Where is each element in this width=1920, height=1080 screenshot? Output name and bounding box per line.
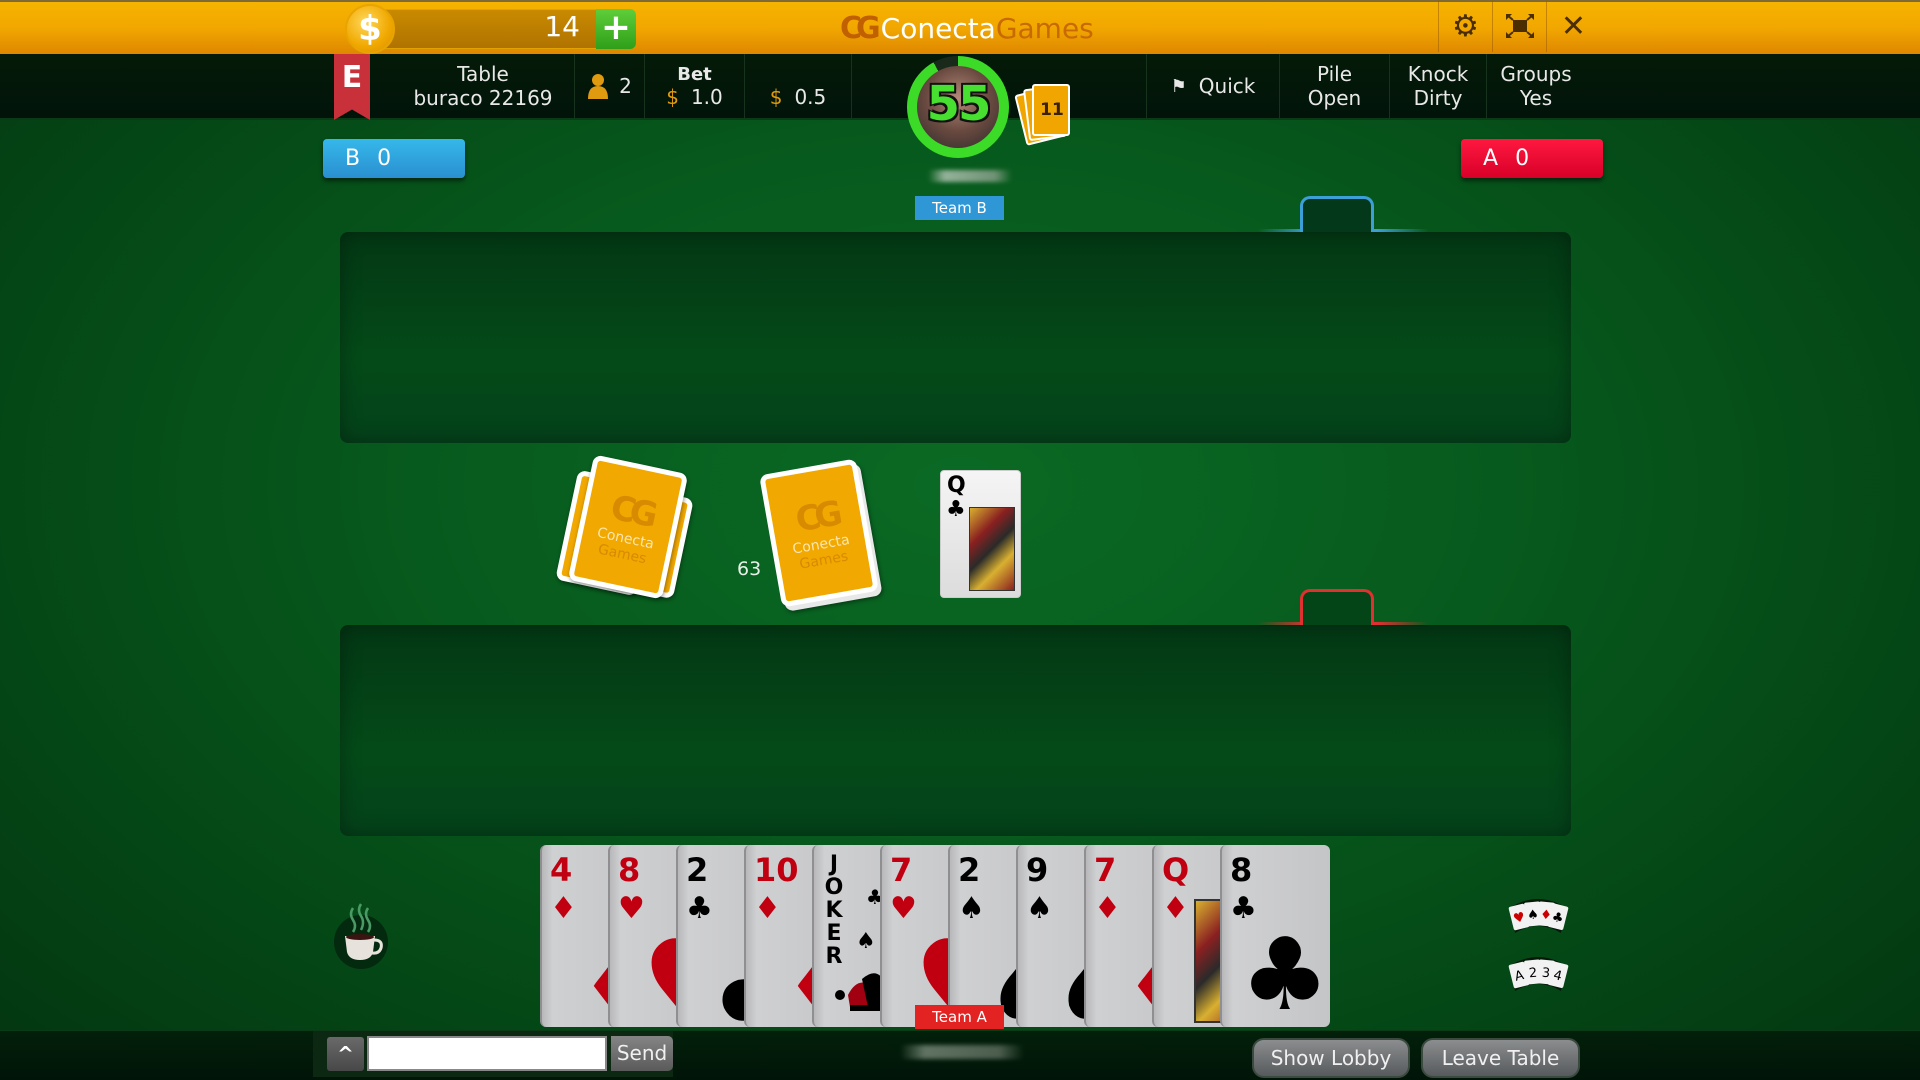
discard-pile-top-card[interactable]: Q ♣ <box>940 470 1021 598</box>
fullscreen-button[interactable] <box>1492 0 1546 52</box>
checkered-flag-icon: ⚑ <box>1170 75 1187 97</box>
chat-input[interactable] <box>367 1036 607 1071</box>
card-rank: 7 <box>890 851 913 889</box>
dollar-icon: $ <box>769 85 783 109</box>
card-rank: JOKER <box>824 852 844 969</box>
stock-count: 63 <box>737 558 762 580</box>
rule-value: Open <box>1307 86 1362 110</box>
secondary-bet: $0.5 <box>745 54 852 118</box>
bet-info: Bet $1.0 <box>645 54 745 118</box>
players-count-value: 2 <box>619 74 632 98</box>
bet-value: 1.0 <box>690 84 723 109</box>
hand-card[interactable]: 8 ♣ ♣ <box>1220 845 1330 1027</box>
dollar-icon: $ <box>666 84 679 109</box>
expand-chat-button[interactable]: ^ <box>327 1037 364 1071</box>
bet-label: Bet <box>677 63 712 85</box>
add-coins-button[interactable]: + <box>596 9 636 49</box>
card-rank: Q <box>1162 851 1190 889</box>
game-speed-value: Quick <box>1198 74 1256 98</box>
rule-label: Groups <box>1500 62 1572 86</box>
rule-label: Pile <box>1316 62 1353 86</box>
table-info: Table buraco 22169 <box>392 54 575 118</box>
sort-ranks-icon: A 2 3 4 <box>1508 957 1569 991</box>
card-pip-icon: ♣ <box>1240 916 1330 1027</box>
team-letter: A <box>1483 146 1500 171</box>
rule-knock: Knock Dirty <box>1390 54 1487 118</box>
send-chat-button[interactable]: Send <box>611 1036 673 1071</box>
card-rank: Q <box>947 473 966 498</box>
card-rank: 10 <box>754 851 799 889</box>
gear-icon: ⚙ <box>1452 8 1479 44</box>
players-count: 2 <box>575 54 645 118</box>
logo: CG Conecta Games <box>840 8 1094 48</box>
rule-value: Dirty <box>1413 86 1463 110</box>
card-rank: 7 <box>1094 851 1117 889</box>
card-rank: 8 <box>618 851 641 889</box>
dead-piles[interactable]: CG Conecta Games <box>555 454 708 605</box>
secondary-bet-value: 0.5 <box>794 85 827 109</box>
team-b-meld-area[interactable] <box>340 232 1571 443</box>
card-rank: 4 <box>550 851 573 889</box>
opponent-card-count: 11 <box>1040 100 1064 120</box>
queen-portrait-icon <box>969 507 1015 591</box>
show-lobby-button[interactable]: Show Lobby <box>1252 1038 1410 1078</box>
team-score: 0 <box>377 146 393 171</box>
stock-pile[interactable]: CG Conecta Games <box>759 458 879 608</box>
team-a-meld-area[interactable] <box>340 625 1571 836</box>
team-a-label: Team A <box>915 1005 1004 1029</box>
rule-label: Knock <box>1407 62 1469 86</box>
person-icon <box>588 74 609 99</box>
close-icon: ✕ <box>1560 8 1587 44</box>
card-rank: 2 <box>958 851 981 889</box>
logo-mark-icon: CG <box>840 10 881 46</box>
table-label: Table <box>457 62 509 86</box>
game-speed: ⚑ Quick <box>1147 54 1280 118</box>
sort-by-rank-button[interactable]: A 2 3 4 <box>1505 951 1571 997</box>
card-suit: ♣ <box>946 497 966 522</box>
team-a-score: A 0 <box>1461 139 1603 178</box>
team-b-meld-tab <box>1300 196 1374 232</box>
team-a-meld-tab <box>1300 589 1374 625</box>
coffee-break-button[interactable] <box>333 900 389 969</box>
chevron-up-icon: ^ <box>337 1042 354 1066</box>
logo-text-secondary: Games <box>995 11 1094 45</box>
settings-button[interactable]: ⚙ <box>1438 0 1492 52</box>
team-b-score: B 0 <box>323 139 465 178</box>
card-suit-icon: ♦ <box>1162 891 1189 926</box>
rule-value: Yes <box>1519 86 1553 110</box>
turn-timer: 55 <box>926 76 992 132</box>
leave-table-button[interactable]: Leave Table <box>1421 1038 1580 1078</box>
coin-amount: 14 <box>544 10 580 43</box>
spade-icon: ♠ <box>856 929 876 954</box>
coin-icon: $ <box>345 4 395 54</box>
player-name <box>900 1045 1024 1059</box>
svg-text:2: 2 <box>1528 966 1538 982</box>
team-score: 0 <box>1515 146 1531 171</box>
coffee-cup-icon <box>334 903 388 969</box>
close-button[interactable]: ✕ <box>1546 0 1600 52</box>
team-b-label: Team B <box>915 196 1004 220</box>
sort-suits-icon: ♥ ♠ ♦ ♣ <box>1508 899 1569 933</box>
rule-groups: Groups Yes <box>1487 54 1585 118</box>
table-name: buraco 22169 <box>413 86 553 110</box>
logo-text-primary: Conecta <box>880 11 996 45</box>
rule-pile: Pile Open <box>1280 54 1390 118</box>
fullscreen-icon <box>1505 14 1534 38</box>
jester-icon <box>828 957 888 1017</box>
card-rank: 2 <box>686 851 709 889</box>
card-rank: 9 <box>1026 851 1049 889</box>
opponent-name <box>928 170 1012 182</box>
sort-by-suit-button[interactable]: ♥ ♠ ♦ ♣ <box>1505 893 1571 939</box>
card-rank: 8 <box>1230 851 1253 889</box>
plus-icon: + <box>600 7 632 48</box>
team-letter: B <box>345 146 362 171</box>
